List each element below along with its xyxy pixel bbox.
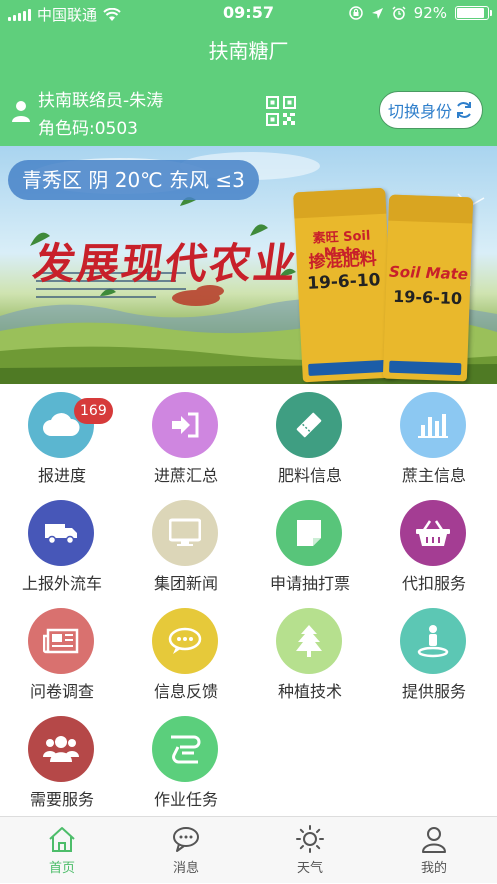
menu-label: 作业任务 xyxy=(153,790,218,809)
menu-icon-circle xyxy=(400,608,466,674)
menu-icon-circle xyxy=(152,716,218,782)
tab-label: 天气 xyxy=(296,861,323,876)
bar-chart-icon xyxy=(418,414,448,438)
rotation-lock-icon xyxy=(348,6,363,20)
menu-item-survey[interactable]: 问卷调查 xyxy=(0,600,124,708)
menu-label: 申请抽打票 xyxy=(269,574,350,593)
user-bar: 扶南联络员-朱涛 角色码:0503 切换身份 xyxy=(0,76,497,146)
banner-headline: 发展现代农业 xyxy=(30,239,302,288)
fertilizer-bag-front: 素旺 Soil Mate 掺混肥料 19-6-10 xyxy=(293,187,395,383)
alarm-icon xyxy=(392,6,406,20)
menu-item-fertilizer-info[interactable]: 肥料信息 xyxy=(248,384,372,492)
menu-icon-circle xyxy=(276,500,342,566)
bag-brand-2: Soil Mate xyxy=(388,262,469,284)
refresh-icon xyxy=(457,102,471,118)
user-name: 扶南联络员-朱涛 xyxy=(38,91,164,111)
menu-item-report-truck[interactable]: 上报外流车 xyxy=(0,492,124,600)
weather-badge: 青秀区 阴 20℃ 东风 ≤3 xyxy=(8,160,259,200)
note-icon xyxy=(297,520,321,546)
tab-messages[interactable]: 消息 xyxy=(124,817,248,884)
menu-label: 报进度 xyxy=(37,466,86,485)
promo-banner[interactable]: 青秀区 阴 20℃ 东风 ≤3 发展现代农业 素旺 Soil Mate 掺混肥料… xyxy=(0,146,497,384)
menu-item-withholding-service[interactable]: 代扣服务 xyxy=(372,492,496,600)
menu-label: 集团新闻 xyxy=(153,574,218,593)
switch-identity-button[interactable]: 切换身份 xyxy=(379,91,483,129)
user-icon xyxy=(422,827,446,853)
truck-icon xyxy=(45,524,77,545)
tab-home[interactable]: 首页 xyxy=(0,817,124,884)
menu-item-cane-summary[interactable]: 进蔗汇总 xyxy=(124,384,248,492)
menu-icon-circle xyxy=(400,500,466,566)
menu-label: 信息反馈 xyxy=(153,682,218,701)
status-right: 92% xyxy=(348,4,492,22)
menu-item-grower-info[interactable]: 蔗主信息 xyxy=(372,384,496,492)
menu-icon-circle xyxy=(28,500,94,566)
menu-icon-circle xyxy=(152,500,218,566)
nav-bar: 扶南糖厂 xyxy=(0,26,497,76)
monitor-icon xyxy=(169,518,201,546)
sun-icon xyxy=(296,825,324,853)
menu-label: 进蔗汇总 xyxy=(153,466,218,485)
menu-item-need-service[interactable]: 需要服务 xyxy=(0,708,124,816)
tab-weather[interactable]: 天气 xyxy=(248,817,372,884)
battery-level xyxy=(457,8,485,18)
tab-label: 我的 xyxy=(420,861,447,876)
tab-label: 消息 xyxy=(172,861,199,876)
status-bar: 中国联通 09:57 92% xyxy=(0,0,497,26)
fertilizer-bag-back: Soil Mate 19-6-10 xyxy=(382,194,474,382)
menu-item-group-news[interactable]: 集团新闻 xyxy=(124,492,248,600)
menu-item-work-task[interactable]: 作业任务 xyxy=(124,708,248,816)
menu-label: 肥料信息 xyxy=(277,466,342,485)
menu-label: 上报外流车 xyxy=(21,574,102,593)
tractor-icon xyxy=(171,735,201,764)
menu-item-apply-ticket[interactable]: 申请抽打票 xyxy=(248,492,372,600)
menu-item-provide-service[interactable]: 提供服务 xyxy=(372,600,496,708)
sign-in-icon xyxy=(172,412,199,438)
menu-icon-circle xyxy=(152,392,218,458)
menu-item-planting-tech[interactable]: 种植技术 xyxy=(248,600,372,708)
bag-formula-2: 19-6-10 xyxy=(392,286,463,309)
menu-icon-circle xyxy=(276,608,342,674)
menu-label: 蔗主信息 xyxy=(401,466,466,485)
person-pin-icon xyxy=(417,625,449,658)
bag-formula: 19-6-10 xyxy=(306,270,381,294)
tab-profile[interactable]: 我的 xyxy=(372,817,496,884)
menu-label: 种植技术 xyxy=(277,682,342,701)
tree-icon xyxy=(296,625,322,657)
newspaper-icon xyxy=(43,628,79,654)
message-icon xyxy=(173,827,199,852)
menu-label: 需要服务 xyxy=(29,790,94,809)
page-title: 扶南糖厂 xyxy=(208,39,289,63)
role-code: 角色码:0503 xyxy=(38,119,138,139)
bag-product: 掺混肥料 xyxy=(308,249,378,273)
menu-label: 问卷调查 xyxy=(29,682,94,701)
menu-item-report-progress[interactable]: 169 报进度 xyxy=(0,384,124,492)
chat-icon xyxy=(168,627,202,654)
ticket-icon xyxy=(296,412,322,438)
battery-icon xyxy=(455,6,492,20)
tab-bar: 首页 消息 天气 我的 xyxy=(0,816,497,883)
notification-badge: 169 xyxy=(74,398,113,424)
menu-icon-circle xyxy=(276,392,342,458)
tab-label: 首页 xyxy=(48,861,75,876)
group-icon xyxy=(43,736,79,762)
menu-icon-circle xyxy=(28,716,94,782)
menu-icon-circle xyxy=(28,608,94,674)
switch-identity-label: 切换身份 xyxy=(387,102,452,121)
qr-code-icon[interactable] xyxy=(266,96,296,126)
battery-percent: 92% xyxy=(413,4,447,22)
menu-label: 代扣服务 xyxy=(401,574,466,593)
menu-icon-circle xyxy=(400,392,466,458)
menu-icon-circle xyxy=(152,608,218,674)
location-icon xyxy=(371,7,383,19)
basket-icon xyxy=(416,520,450,546)
menu-label: 提供服务 xyxy=(401,682,466,701)
home-icon xyxy=(49,827,75,852)
user-icon xyxy=(12,101,30,122)
menu-item-feedback[interactable]: 信息反馈 xyxy=(124,600,248,708)
